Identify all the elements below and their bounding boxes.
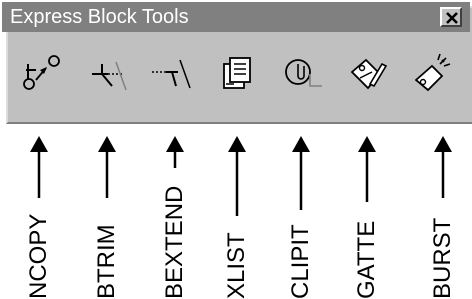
ncopy-button[interactable] (20, 50, 62, 96)
label-ncopy: NCOPY (25, 213, 52, 299)
toolbar-title: Express Block Tools (10, 6, 189, 28)
close-icon (446, 12, 458, 24)
gatte-button[interactable] (346, 50, 388, 96)
title-bar[interactable]: Express Block Tools (2, 2, 470, 32)
bextend-icon (152, 59, 191, 89)
xlist-icon (223, 57, 251, 89)
ncopy-icon (23, 55, 60, 90)
xlist-button[interactable] (216, 50, 258, 96)
btrim-icon (92, 61, 127, 91)
btrim-button[interactable] (88, 50, 130, 96)
gatte-icon (350, 58, 388, 90)
label-clipit: CLIPIT (287, 224, 314, 299)
label-btrim: BTRIM (93, 224, 120, 299)
burst-button[interactable] (410, 50, 452, 96)
label-xlist: XLIST (223, 232, 250, 299)
label-burst: BURST (429, 217, 456, 299)
label-bextend: BEXTEND (161, 185, 188, 299)
clipit-icon (285, 59, 322, 87)
label-gatte: GATTE (353, 220, 380, 299)
close-button[interactable] (440, 7, 462, 27)
burst-icon (414, 53, 451, 92)
bextend-button[interactable] (150, 50, 192, 96)
clipit-button[interactable] (282, 50, 324, 96)
figure-canvas: Express Block Tools NCOPY BTRIM BEXTEND … (0, 0, 472, 299)
